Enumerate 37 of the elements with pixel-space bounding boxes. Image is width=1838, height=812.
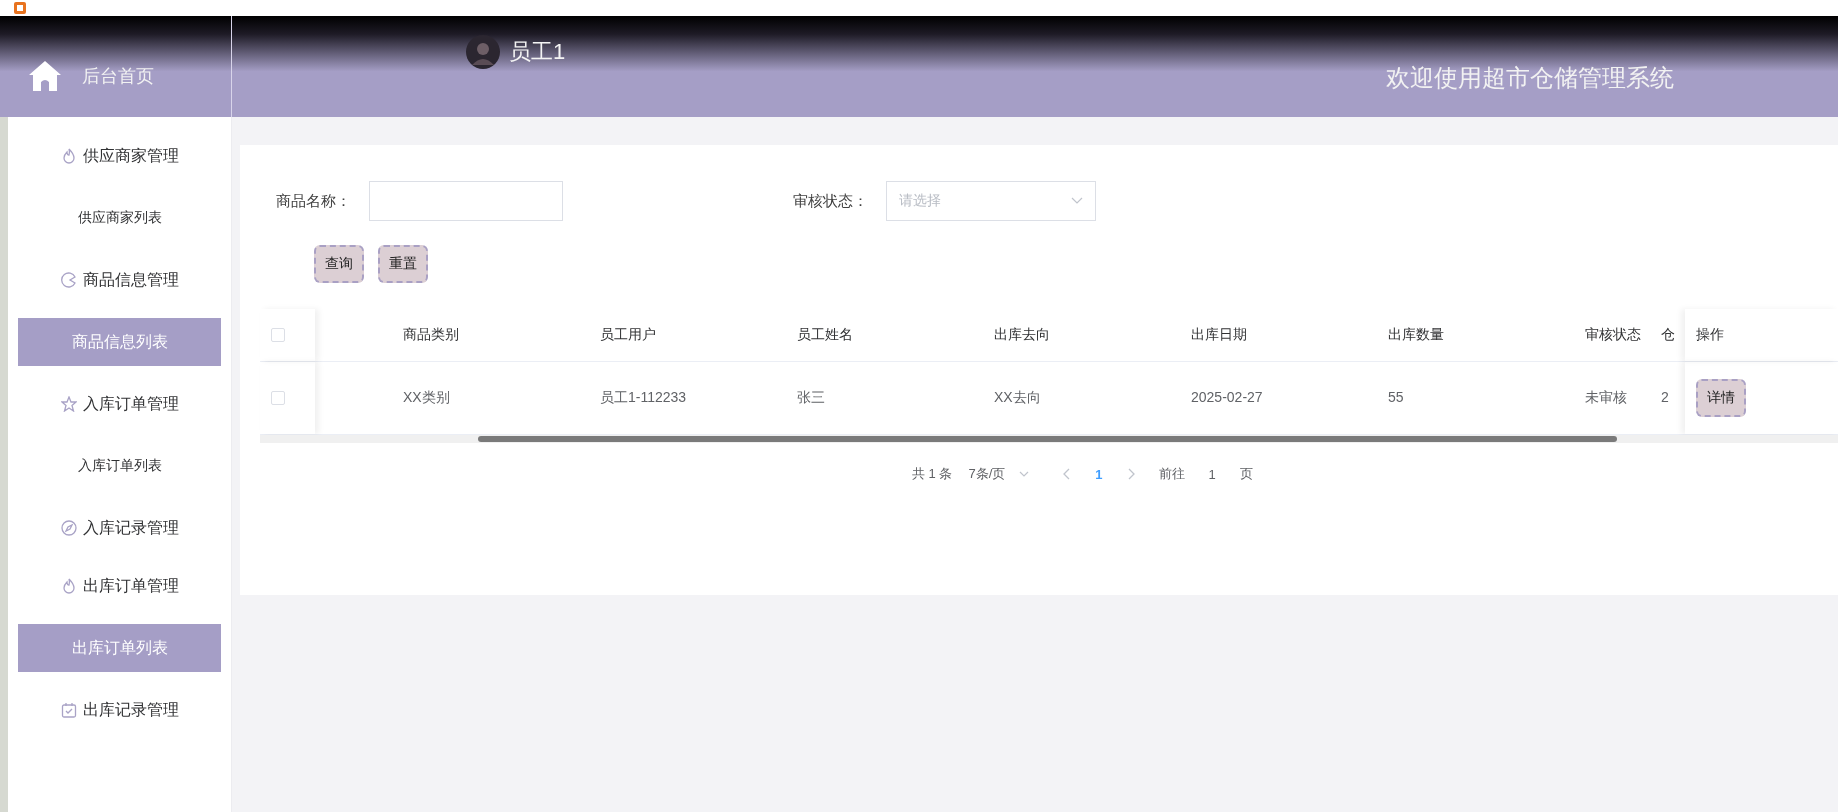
menu-group[interactable]: 入库订单管理 [8,379,231,429]
column-header: 商品类别 [403,326,460,344]
field-label: 商品名称： [276,191,351,211]
page-suffix: 页 [1239,465,1253,483]
field-label: 审核状态： [793,191,868,211]
menu-item[interactable]: 入库订单列表 [18,442,221,490]
column-header: 操作 [1696,326,1725,344]
reset-button[interactable]: 重置 [378,245,428,283]
menu-group[interactable]: 出库记录管理 [8,685,231,735]
table-cell-text: 2025-02-27 [1191,389,1264,407]
user-name: 员工1 [509,37,566,66]
column-header: 员工用户 [600,326,657,344]
column-header: 审核状态 [1585,326,1642,344]
column-header: 出库数量 [1388,326,1445,344]
page-size-select[interactable]: 7条/页 [968,465,1030,483]
welcome-title: 欢迎使用超市仓储管理系统 [1386,62,1674,93]
detail-button[interactable]: 详情 [1696,379,1746,417]
total-count: 共 1 条 [912,465,953,483]
table-cell-text: XX类别 [403,389,451,407]
table-cell-text: 未审核 [1585,389,1628,407]
table-cell-text: 张三 [797,389,826,407]
column-header: 出库日期 [1191,326,1248,344]
menu-item[interactable]: 供应商家列表 [18,194,221,242]
column-header: 仓 [1661,326,1676,344]
page-input[interactable]: 1 [1200,466,1224,482]
menu-group[interactable]: 供应商家管理 [8,131,231,181]
column-header: 出库去向 [994,326,1051,344]
menu-group[interactable]: 出库订单管理 [8,561,231,611]
menu-group[interactable]: 入库记录管理 [8,503,231,553]
table-cell-text: 55 [1388,389,1405,407]
search-button[interactable]: 查询 [314,245,364,283]
column-header: 员工姓名 [797,326,854,344]
table-cell-text: 员工1-112233 [600,389,688,407]
goto-label: 前往 [1158,465,1185,483]
menu-group[interactable]: 商品信息管理 [8,255,231,305]
table-cell-text: 2 [1661,389,1670,407]
table-cell-text: XX去向 [994,389,1042,407]
